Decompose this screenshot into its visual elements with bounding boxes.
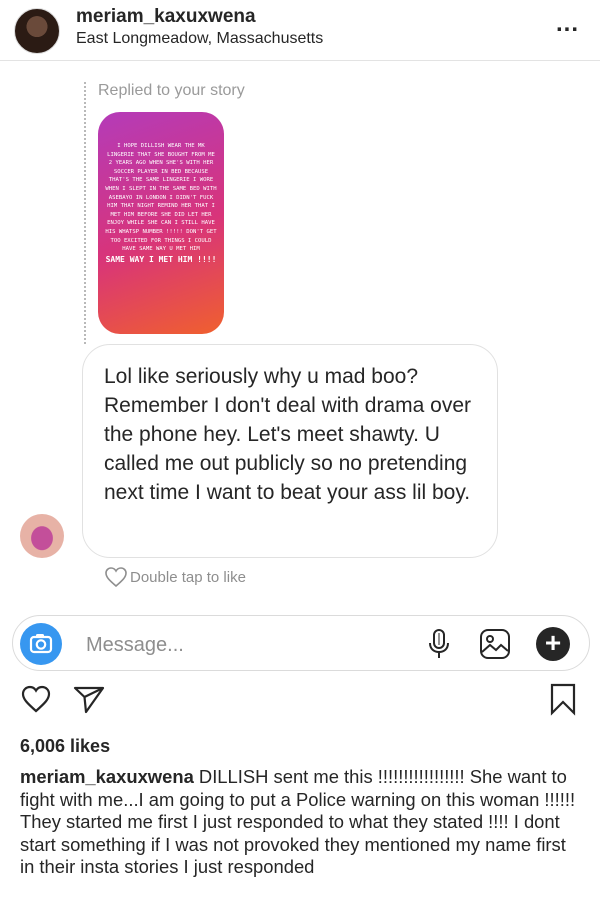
camera-button[interactable] [20, 623, 62, 665]
caption-username[interactable]: meriam_kaxuxwena [20, 766, 194, 787]
story-text: I HOPE DILLISH WEAR THE MK LINGERIE THAT… [104, 142, 218, 265]
story-thumbnail[interactable]: I HOPE DILLISH WEAR THE MK LINGERIE THAT… [98, 112, 224, 334]
microphone-icon[interactable] [424, 627, 454, 661]
header-divider [0, 60, 600, 61]
message-text: Lol like seriously why u mad boo? Rememb… [104, 365, 472, 504]
plus-icon[interactable]: + [536, 627, 570, 661]
avatar[interactable] [14, 8, 60, 54]
reply-label: Replied to your story [98, 82, 245, 99]
gallery-icon[interactable] [478, 627, 512, 661]
header-location[interactable]: East Longmeadow, Massachusetts [76, 30, 323, 48]
sender-avatar[interactable] [20, 514, 64, 558]
message-input[interactable] [86, 628, 406, 662]
likes-count[interactable]: 6,006 likes [20, 736, 110, 757]
post-caption: meriam_kaxuxwena DILLISH sent me this !!… [20, 766, 580, 879]
camera-icon [29, 634, 53, 654]
share-icon[interactable] [72, 684, 106, 714]
heart-outline-icon[interactable] [104, 566, 128, 588]
reply-quote-bar [84, 82, 86, 344]
double-tap-hint: Double tap to like [130, 569, 246, 586]
story-text-body: I HOPE DILLISH WEAR THE MK LINGERIE THAT… [105, 143, 217, 253]
story-text-end: SAME WAY I MET HIM !!!! [105, 254, 217, 264]
bookmark-icon[interactable] [548, 682, 578, 716]
header-username[interactable]: meriam_kaxuxwena [76, 6, 256, 28]
heart-icon[interactable] [20, 684, 52, 714]
more-options-icon[interactable]: ... [556, 10, 579, 38]
